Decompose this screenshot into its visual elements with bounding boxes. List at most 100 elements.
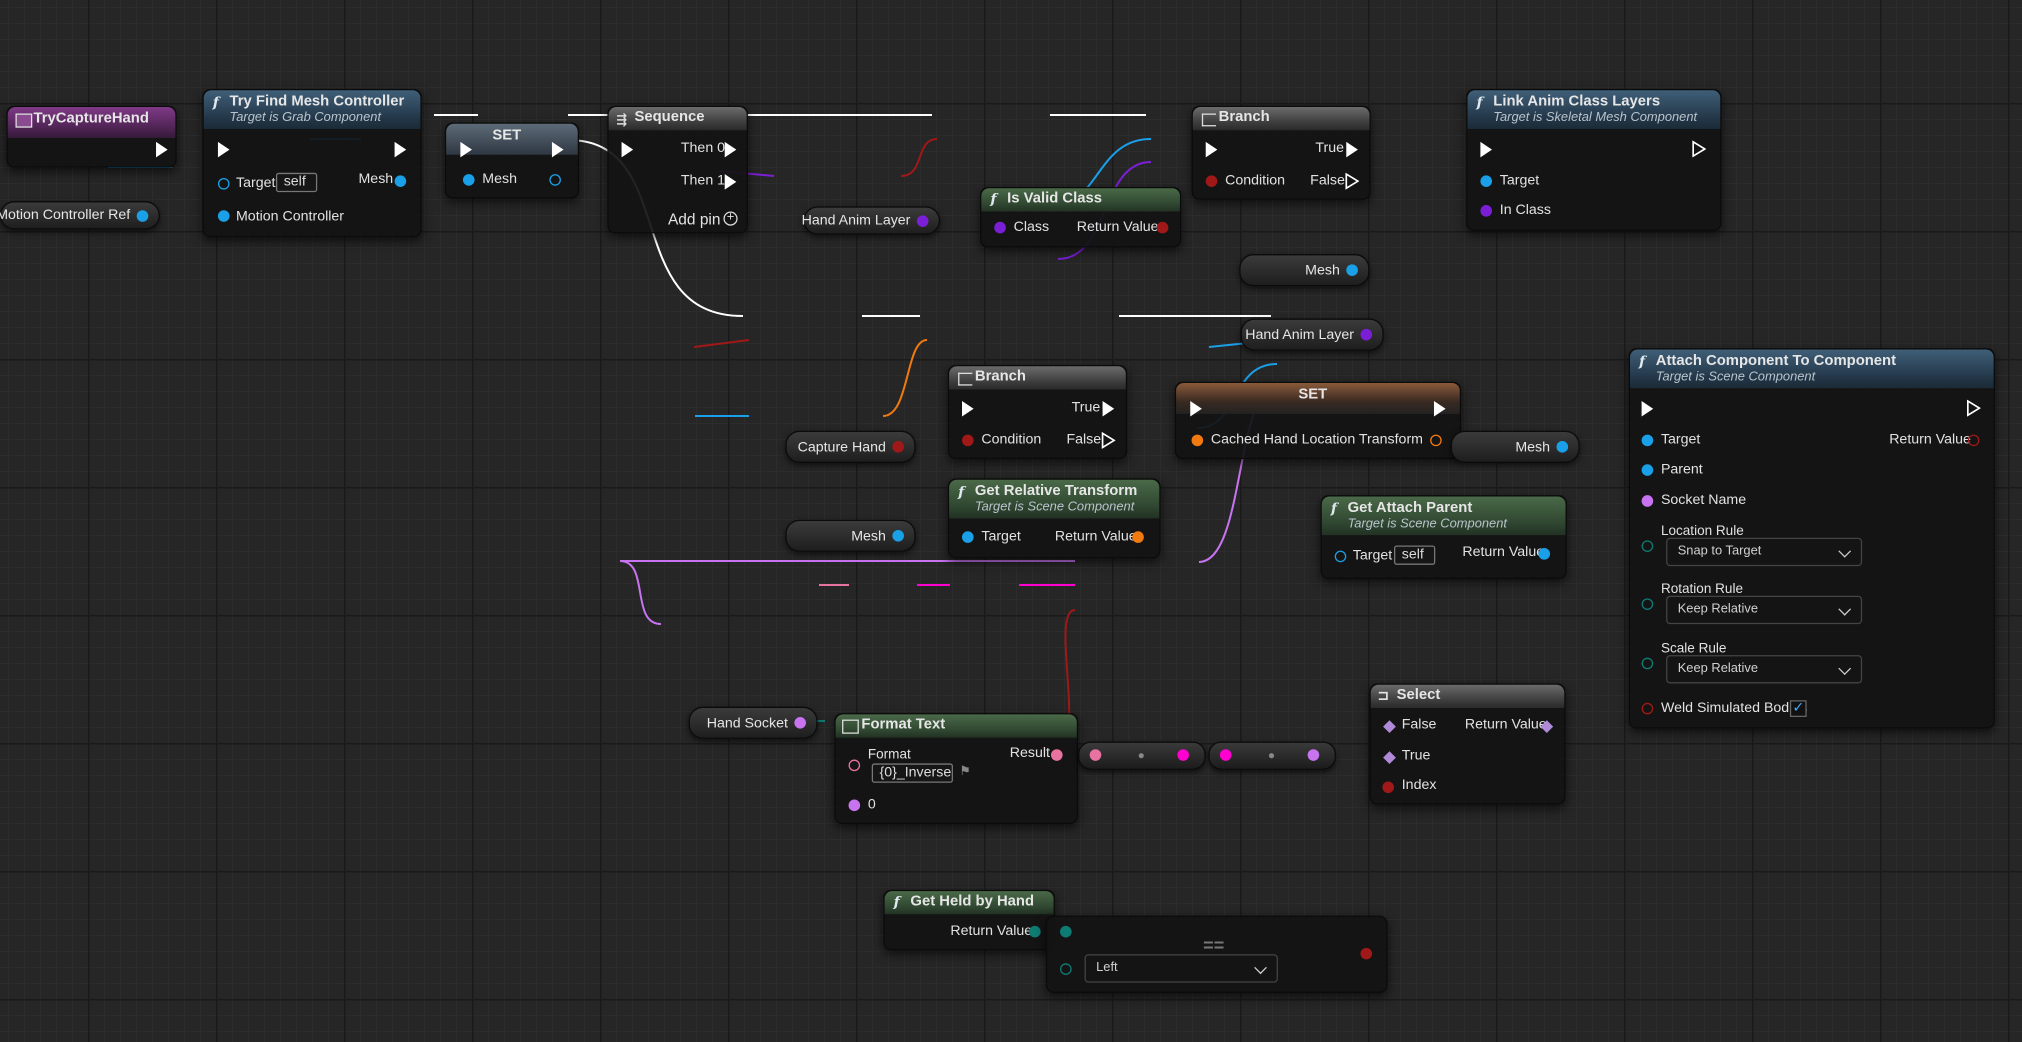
mesh-in-pin[interactable] [462,174,475,186]
var-motion-controller-ref[interactable]: Motion Controller Ref [0,201,160,230]
node-get-relative-transform[interactable]: f Get Relative Transform Target is Scene… [947,478,1161,559]
then0-pin[interactable] [724,141,737,158]
location-rule-pin[interactable] [1641,540,1654,552]
node-try-find-mesh-controller[interactable]: f Try Find Mesh Controller Target is Gra… [202,88,422,238]
exec-in-pin[interactable] [1205,141,1218,158]
var-out-pin[interactable] [892,530,904,542]
node-branch-2[interactable]: Branch True Condition False [947,364,1128,460]
node-equal-enum[interactable]: Left == [1045,915,1388,993]
target-pin[interactable] [1334,550,1347,563]
target-pin[interactable] [217,177,230,190]
var-out-pin[interactable] [1360,328,1373,341]
var-hand-socket[interactable]: Hand Socket [688,706,818,739]
var-out-pin[interactable] [1346,264,1358,276]
node-get-held-by-hand[interactable]: f Get Held by Hand Return Value [883,889,1055,951]
var-mesh-top[interactable]: Mesh [1239,254,1370,287]
var-out-pin[interactable] [136,210,149,222]
false-pin[interactable] [1383,720,1396,734]
exec-in-pin[interactable] [1190,401,1202,417]
var-capture-hand[interactable]: Capture Hand [785,430,916,463]
exec-out-pin[interactable] [394,141,407,158]
scale-rule-pin[interactable] [1641,657,1654,670]
node-is-valid-class[interactable]: f Is Valid Class Class Return Value [980,186,1182,248]
conv-out-pin[interactable] [1177,749,1189,761]
target-pin[interactable] [1480,175,1493,187]
socket-name-pin[interactable] [1641,495,1654,507]
add-pin-icon[interactable]: + [723,211,738,226]
class-pin[interactable] [994,221,1006,234]
true-pin[interactable] [1346,141,1358,158]
flag-icon[interactable]: ⚑ [959,765,971,779]
target-pin[interactable] [1641,434,1654,447]
weld-pin[interactable] [1641,702,1654,715]
var-hand-anim-layer-1[interactable]: Hand Anim Layer [802,206,941,235]
exec-in-pin[interactable] [621,141,634,158]
return-pin[interactable] [1538,548,1551,560]
target-pin[interactable] [962,531,974,543]
exec-out-pin[interactable] [1967,399,1981,417]
node-select[interactable]: ⊐ Select False Return Value True Index [1369,683,1566,805]
arg0-pin[interactable] [848,799,861,812]
exec-in-pin[interactable] [217,141,230,158]
conv-in-pin[interactable] [1219,749,1232,761]
exec-out-pin[interactable] [156,141,168,158]
exec-in-pin[interactable] [962,401,974,417]
motion-controller-pin[interactable] [217,210,230,222]
graph-canvas[interactable]: TryCaptureHand f Try Find Mesh Controlle… [0,0,2022,1042]
add-pin-label[interactable]: Add pin [668,210,720,228]
node-get-attach-parent[interactable]: f Get Attach Parent Target is Scene Comp… [1320,495,1567,580]
target-self-field[interactable]: self [1394,545,1436,565]
var-out-pin[interactable] [794,716,806,729]
return-pin[interactable] [1156,221,1169,234]
weld-checkbox[interactable]: ✓ [1789,700,1807,717]
event-node-try-capture-hand[interactable]: TryCaptureHand [6,105,177,168]
exec-out-pin[interactable] [1433,401,1446,417]
return-pin[interactable] [1967,434,1980,447]
return-pin[interactable] [1029,925,1041,938]
format-pin[interactable] [848,759,861,772]
node-sequence[interactable]: ⇶ Sequence Then 0 Then 1 Add pin + [607,105,748,234]
transform-out-pin[interactable] [1430,434,1442,447]
parent-pin[interactable] [1641,464,1654,476]
in-class-pin[interactable] [1480,205,1493,217]
exec-in-pin[interactable] [1641,401,1654,417]
rotation-rule-pin[interactable] [1641,598,1654,610]
var-mesh-left[interactable]: Mesh [785,519,916,552]
a-pin[interactable] [1060,925,1072,938]
var-hand-anim-layer-2[interactable]: Hand Anim Layer [1240,318,1384,351]
var-out-pin[interactable] [892,441,904,453]
conversion-string-to-name[interactable] [1208,741,1336,770]
location-rule-dropdown[interactable]: Snap to Target [1666,537,1863,567]
enum-dropdown[interactable]: Left [1084,954,1278,983]
result-pin[interactable] [1360,947,1373,960]
target-self-field[interactable]: self [275,172,318,193]
node-link-anim-class-layers[interactable]: f Link Anim Class Layers Target is Skele… [1466,88,1722,231]
var-out-pin[interactable] [1556,441,1569,453]
mesh-out-pin[interactable] [549,174,561,186]
condition-pin[interactable] [1205,175,1218,187]
b-pin[interactable] [1060,963,1072,975]
node-attach-component-to-component[interactable]: f Attach Component To Component Target i… [1628,348,1995,729]
index-pin[interactable] [1382,781,1395,794]
transform-in-pin[interactable] [1191,434,1204,447]
true-pin[interactable] [1383,751,1396,764]
true-pin[interactable] [1102,401,1115,417]
exec-in-pin[interactable] [1480,141,1493,158]
conversion-text-to-string[interactable] [1078,741,1206,770]
var-out-pin[interactable] [916,215,929,227]
mesh-out-pin[interactable] [394,175,407,187]
var-mesh-mid[interactable]: Mesh [1450,430,1580,463]
rotation-rule-dropdown[interactable]: Keep Relative [1666,595,1863,625]
node-format-text[interactable]: Format Text Format {0}_Inverse ⚑ Result … [834,713,1079,825]
condition-pin[interactable] [962,434,974,447]
then1-pin[interactable] [724,174,737,190]
result-pin[interactable] [1050,749,1063,761]
node-set-cached-transform[interactable]: SET Cached Hand Location Transform [1174,381,1462,460]
exec-out-pin[interactable] [1692,140,1707,158]
conv-out-pin[interactable] [1307,749,1320,761]
format-value-field[interactable]: {0}_Inverse [871,763,953,783]
false-pin[interactable] [1101,431,1116,449]
return-pin[interactable] [1132,531,1144,543]
node-set-mesh[interactable]: SET Mesh [444,122,580,199]
conv-in-pin[interactable] [1089,749,1102,761]
